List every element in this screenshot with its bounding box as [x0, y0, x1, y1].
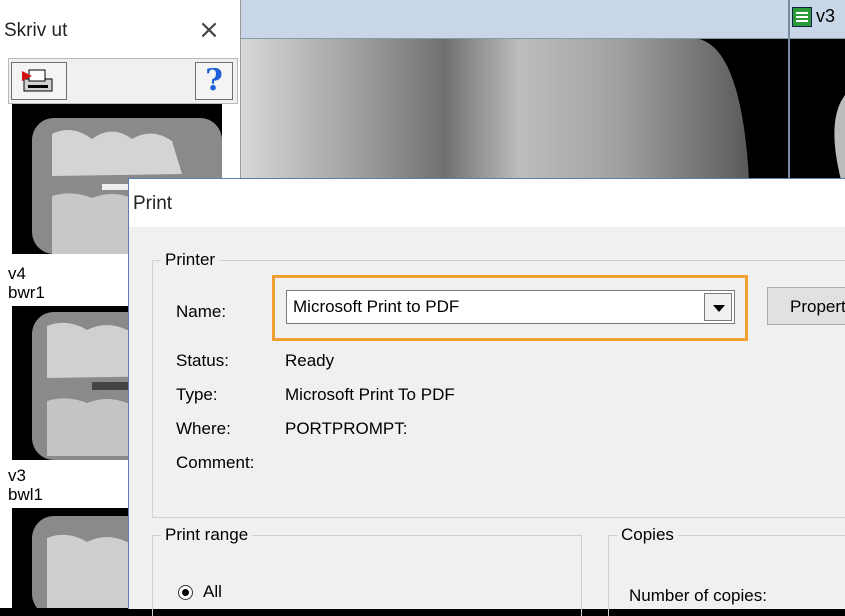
printer-name-value: Microsoft Print to PDF — [293, 297, 460, 316]
tab-v3-label: v3 — [816, 6, 836, 26]
range-all-radio[interactable] — [178, 585, 193, 600]
print-range-group-label: Print range — [161, 525, 253, 545]
where-label: Where: — [176, 419, 231, 438]
list-icon — [792, 7, 812, 28]
chevron-down-icon[interactable] — [704, 293, 732, 321]
where-value: PORTPROMPT: — [285, 419, 408, 438]
printer-name-select[interactable]: Microsoft Print to PDF — [286, 290, 735, 324]
name-label: Name: — [176, 302, 227, 321]
panel-toolbar: ? — [8, 58, 238, 104]
copies-group-label: Copies — [617, 525, 678, 545]
print-dialog: Print Printer Name: Microsoft Print to P… — [128, 178, 845, 616]
print-range-group: Print range — [152, 525, 582, 616]
help-button[interactable]: ? — [195, 62, 233, 100]
dialog-titlebar[interactable]: Print — [129, 179, 845, 227]
range-all-label[interactable]: All — [203, 582, 222, 602]
pane-divider[interactable] — [788, 0, 790, 180]
type-value: Microsoft Print To PDF — [285, 385, 455, 404]
status-label: Status: — [176, 351, 229, 370]
help-icon: ? — [205, 63, 223, 98]
thumbnail-label: v3 bwl1 — [8, 466, 43, 504]
printer-group-label: Printer — [161, 250, 220, 270]
thumbnail-label: v4 bwr1 — [8, 264, 45, 302]
close-icon[interactable]: × — [197, 17, 221, 43]
tab-v3[interactable]: v3 — [792, 6, 835, 32]
panel-title: Skriv ut — [4, 20, 68, 41]
panel-titlebar: Skriv ut × — [0, 0, 240, 56]
properties-button-label: Properties... — [790, 297, 845, 316]
image-view-header — [241, 0, 845, 39]
copies-label: Number of copies: — [629, 586, 767, 605]
dialog-title: Print — [133, 193, 173, 214]
print-button[interactable] — [11, 62, 67, 100]
type-label: Type: — [176, 385, 218, 404]
printer-icon — [22, 69, 53, 92]
status-value: Ready — [285, 351, 335, 370]
comment-label: Comment: — [176, 453, 255, 472]
properties-button[interactable]: Properties... — [767, 287, 845, 325]
